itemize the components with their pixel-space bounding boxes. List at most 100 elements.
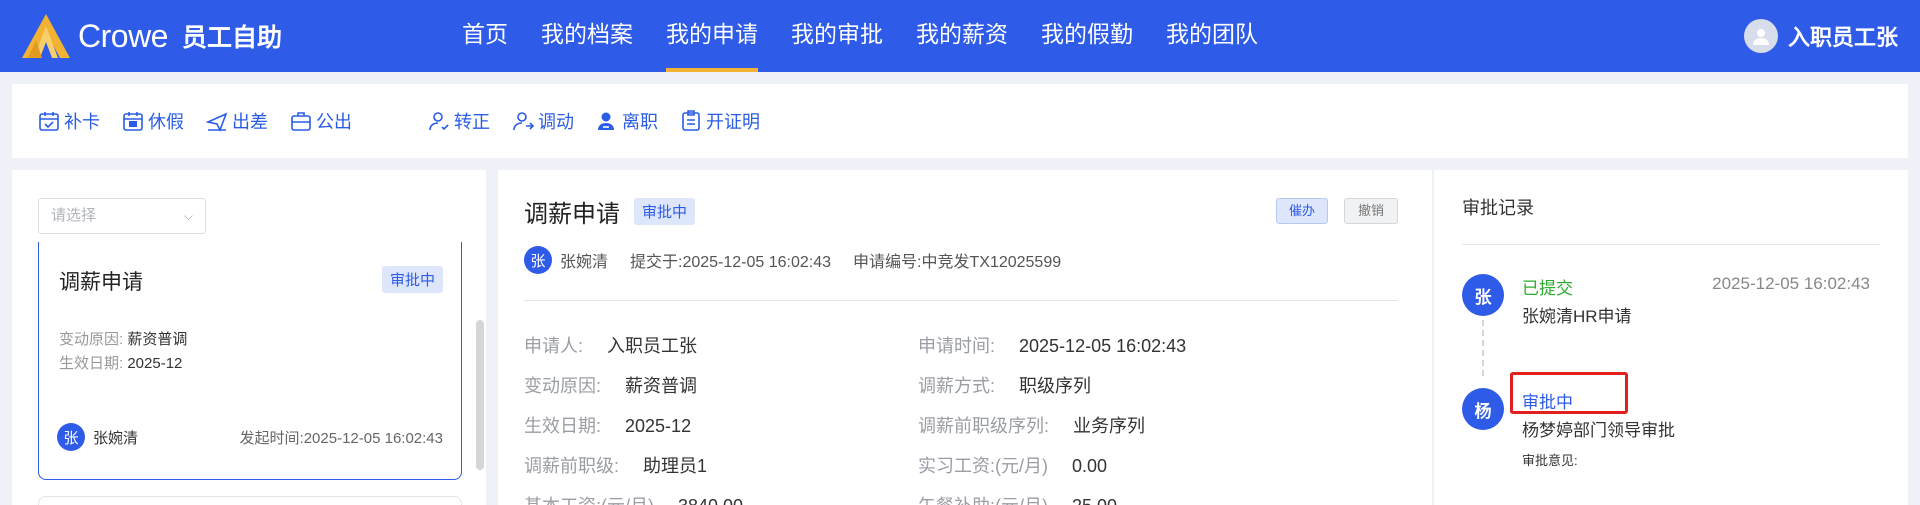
- field-value: 2025-12: [625, 416, 692, 436]
- nav-my-attendance[interactable]: 我的假勤: [1041, 0, 1133, 72]
- field-value: 职级序列: [1019, 376, 1092, 396]
- field-value: 25.00: [1072, 496, 1117, 505]
- calendar-check-icon: [39, 112, 59, 131]
- field-value: 入职员工张: [607, 336, 698, 356]
- application-card-next[interactable]: [38, 496, 462, 505]
- field-applicant: 申请人: 入职员工张: [524, 332, 697, 358]
- field-prev-rank-sequence: 调薪前职级序列: 业务序列: [918, 412, 1145, 438]
- user-menu[interactable]: 入职员工张: [1743, 18, 1898, 54]
- record-status-submitted: 已提交: [1522, 279, 1573, 298]
- approval-record-panel: 审批记录 张 已提交 2025-12-05 16:02:43 张婉清HR申请 杨…: [1434, 170, 1908, 505]
- status-badge: 审批中: [381, 266, 443, 293]
- user-avatar-icon: [1743, 19, 1778, 53]
- divider: [1462, 244, 1880, 245]
- personnel-actions: 转正 调动 离职 开证明: [428, 84, 782, 158]
- field-label: 午餐补助:(元/月): [918, 496, 1048, 505]
- card-footer: 张 张婉清 发起时间:2025-12-05 16:02:43: [57, 422, 443, 452]
- field-effective-date: 生效日期: 2025-12: [524, 412, 691, 438]
- status-badge: 审批中: [634, 198, 696, 225]
- field-lunch-allowance: 午餐补助:(元/月) 25.00: [918, 492, 1117, 505]
- avatar: 张: [1462, 274, 1504, 316]
- crowe-logo[interactable]: Crowe 员工自助: [22, 14, 282, 58]
- action-resignation[interactable]: 离职: [596, 108, 658, 134]
- field-label: 变动原因:: [524, 376, 602, 396]
- user-transfer-icon: [513, 112, 534, 131]
- field-change-reason: 变动原因: 薪资普调: [524, 372, 697, 398]
- top-header: Crowe 员工自助 首页 我的档案 我的申请 我的审批 我的薪资 我的假勤 我…: [0, 0, 1920, 72]
- action-label: 休假: [148, 112, 184, 132]
- applicant-name: 张婉清: [93, 429, 139, 447]
- user-promote-icon: [429, 112, 449, 131]
- submitted-time: 提交于:2025-12-05 16:02:43: [630, 254, 832, 271]
- nav-my-applications[interactable]: 我的申请: [666, 0, 758, 72]
- action-leave[interactable]: 休假: [122, 108, 184, 134]
- reason-value: 薪资普调: [127, 331, 188, 348]
- application-detail-panel: 调薪申请 审批中 催办 撤销 张 张婉清 提交于:2025-12-05 16:0…: [498, 170, 1432, 505]
- detail-title: 调薪申请: [524, 201, 620, 228]
- card-effective-date: 生效日期: 2025-12: [59, 352, 182, 373]
- field-intern-salary: 实习工资:(元/月) 0.00: [918, 452, 1107, 478]
- nav-my-approvals[interactable]: 我的审批: [791, 0, 883, 72]
- field-adjust-method: 调薪方式: 职级序列: [918, 372, 1091, 398]
- action-label: 出差: [232, 112, 268, 132]
- field-label: 申请时间:: [918, 336, 996, 356]
- highlight-box: [1510, 372, 1628, 414]
- date-value: 2025-12: [127, 355, 183, 372]
- action-certificate[interactable]: 开证明: [680, 108, 760, 134]
- action-card-fix[interactable]: 补卡: [38, 108, 100, 134]
- nav-my-profile[interactable]: 我的档案: [541, 0, 633, 72]
- document-icon: [682, 110, 700, 131]
- application-number: 申请编号:中竞发TX12025599: [853, 254, 1062, 271]
- crowe-mountain-icon: [22, 14, 70, 58]
- withdraw-button[interactable]: 撤销: [1344, 198, 1398, 224]
- field-value: 0.00: [1072, 456, 1108, 476]
- card-title: 调薪申请: [59, 271, 143, 294]
- list-scrollbar[interactable]: [476, 320, 484, 470]
- nav-my-team[interactable]: 我的团队: [1166, 0, 1258, 72]
- action-label: 离职: [622, 112, 658, 132]
- time-value: 2025-12-05 16:02:43: [303, 429, 443, 447]
- user-name: 入职员工张: [1787, 25, 1898, 50]
- approval-record-title: 审批记录: [1462, 198, 1534, 218]
- action-regularization[interactable]: 转正: [428, 108, 490, 134]
- submission-info: 张 张婉清 提交于:2025-12-05 16:02:43 申请编号:中竞发TX…: [524, 246, 1061, 274]
- field-label: 生效日期:: [524, 416, 602, 436]
- record-time: 2025-12-05 16:02:43: [1712, 274, 1870, 293]
- field-value: 业务序列: [1073, 416, 1146, 436]
- field-value: 2025-12-05 16:02:43: [1019, 336, 1187, 356]
- record-desc: 张婉清HR申请: [1522, 307, 1632, 326]
- application-list-panel: 请选择 ⌵ 调薪申请 审批中 变动原因: 薪资普调 生效日期: 2025-12 …: [12, 170, 486, 505]
- chevron-down-icon: ⌵: [183, 209, 193, 223]
- action-official-out[interactable]: 公出: [290, 108, 352, 134]
- nav-home[interactable]: 首页: [462, 0, 508, 72]
- avatar: 张: [57, 423, 85, 451]
- action-business-trip[interactable]: 出差: [206, 108, 268, 134]
- quick-actions-bar: 补卡 休假 出差 公出 转正 调动 离职 开证明: [12, 84, 1908, 158]
- filter-placeholder: 请选择: [51, 207, 97, 224]
- action-label: 补卡: [64, 112, 100, 132]
- action-label: 调动: [538, 112, 574, 132]
- avatar: 张: [524, 246, 552, 274]
- app-name: 员工自助: [181, 24, 282, 52]
- main-nav: 首页 我的档案 我的申请 我的审批 我的薪资 我的假勤 我的团队: [462, 0, 1291, 72]
- time-label: 发起时间:: [239, 429, 304, 447]
- action-transfer[interactable]: 调动: [512, 108, 574, 134]
- user-leave-icon: [598, 112, 614, 130]
- filter-select[interactable]: 请选择 ⌵: [38, 198, 206, 234]
- travel-plane-icon: [206, 112, 228, 132]
- divider: [524, 300, 1398, 301]
- action-label: 开证明: [706, 112, 760, 132]
- nav-my-salary[interactable]: 我的薪资: [916, 0, 1008, 72]
- urge-button[interactable]: 催办: [1276, 198, 1328, 224]
- field-label: 基本工资:(元/月): [524, 496, 654, 505]
- initiated-time: 发起时间:2025-12-05 16:02:43: [240, 427, 443, 448]
- approval-comment-label: 审批意见:: [1522, 453, 1578, 468]
- avatar: 杨: [1462, 388, 1504, 430]
- application-card[interactable]: 调薪申请 审批中 变动原因: 薪资普调 生效日期: 2025-12 张 张婉清 …: [38, 242, 462, 480]
- timeline-connector: [1482, 310, 1484, 376]
- field-label: 调薪前职级:: [524, 456, 620, 476]
- record-desc: 杨梦婷部门领导审批: [1522, 421, 1675, 440]
- calendar-leave-icon: [123, 112, 143, 131]
- field-label: 调薪方式:: [918, 376, 996, 396]
- card-reason: 变动原因: 薪资普调: [59, 328, 187, 349]
